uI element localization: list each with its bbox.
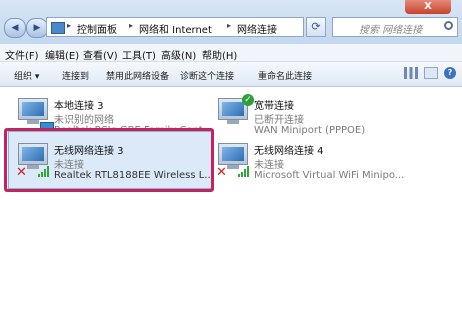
diagnose-button[interactable]: 诊断这个连接 — [180, 69, 234, 82]
chevron-right-icon[interactable]: ▸ — [129, 21, 133, 30]
close-button[interactable]: X — [405, 0, 451, 14]
monitor-stand — [227, 120, 239, 124]
check-icon: ✓ — [242, 94, 254, 106]
connection-device: Microsoft Virtual WiFi Minipo... — [254, 170, 405, 181]
chevron-right-icon: ▸ — [67, 21, 72, 30]
disconnected-x-icon: ✕ — [216, 165, 227, 180]
rename-button[interactable]: 重命名此连接 — [258, 69, 312, 82]
monitor-stand — [27, 120, 39, 124]
connection-name: 宽带连接 — [254, 101, 294, 112]
back-button[interactable]: ◀ — [4, 18, 26, 38]
preview-pane-icon[interactable] — [424, 67, 438, 79]
menu-view[interactable]: 查看(V) — [83, 47, 118, 62]
disable-device-button[interactable]: 禁用此网络设备 — [106, 69, 169, 82]
menu-edit[interactable]: 编辑(E) — [45, 47, 79, 62]
help-icon[interactable]: ? — [444, 67, 456, 79]
search-placeholder: 搜索 网络连接 — [359, 25, 423, 36]
connection-wireless-4[interactable]: ✕ 无线网络连接 4 未连接 Microsoft Virtual WiFi Mi… — [214, 137, 414, 185]
menu-file[interactable]: 文件(F) — [5, 47, 39, 62]
search-icon — [444, 21, 453, 30]
network-adapter-icon — [218, 143, 248, 165]
breadcrumb-network-connections[interactable]: 网络连接 — [237, 21, 277, 36]
connection-device: WAN Miniport (PPPOE) — [254, 125, 366, 136]
connection-status: 已断开连接 — [254, 115, 304, 126]
organize-button[interactable]: 组织 ▾ — [14, 69, 39, 82]
connection-status: 未连接 — [254, 160, 284, 171]
view-options-icon[interactable] — [404, 67, 418, 79]
connection-name: 本地连接 3 — [54, 101, 104, 112]
toolbar: 组织 ▾ 连接到 禁用此网络设备 诊断这个连接 重命名此连接 ? — [0, 62, 462, 87]
annotation-frame — [4, 128, 214, 192]
chevron-right-icon[interactable]: ▸ — [227, 21, 231, 30]
address-bar[interactable]: ▸ 控制面板 ▸ 网络和 Internet ▸ 网络连接 — [46, 17, 304, 37]
control-panel-icon — [51, 22, 65, 34]
connect-to-button[interactable]: 连接到 — [62, 69, 89, 82]
title-bar: X ◀ ▶ ▸ 控制面板 ▸ 网络和 Internet ▸ 网络连接 ⟳ 搜索 … — [0, 0, 462, 44]
menu-bar: 文件(F) 编辑(E) 查看(V) 工具(T) 高级(N) 帮助(H) — [0, 44, 462, 62]
forward-button[interactable]: ▶ — [26, 18, 48, 38]
wifi-signal-icon — [238, 165, 250, 177]
network-adapter-icon — [18, 98, 48, 120]
menu-tools[interactable]: 工具(T) — [122, 47, 156, 62]
refresh-button[interactable]: ⟳ — [306, 17, 326, 37]
menu-advanced[interactable]: 高级(N) — [161, 47, 196, 62]
connection-broadband[interactable]: ✓ 宽带连接 已断开连接 WAN Miniport (PPPOE) — [214, 92, 404, 140]
connection-status: 未识别的网络 — [54, 115, 114, 126]
menu-help[interactable]: 帮助(H) — [202, 47, 237, 62]
connection-name: 无线网络连接 4 — [254, 146, 324, 157]
breadcrumb-network-internet[interactable]: 网络和 Internet — [139, 21, 212, 36]
breadcrumb-control-panel[interactable]: 控制面板 — [77, 21, 117, 36]
search-input[interactable]: 搜索 网络连接 — [332, 17, 458, 37]
